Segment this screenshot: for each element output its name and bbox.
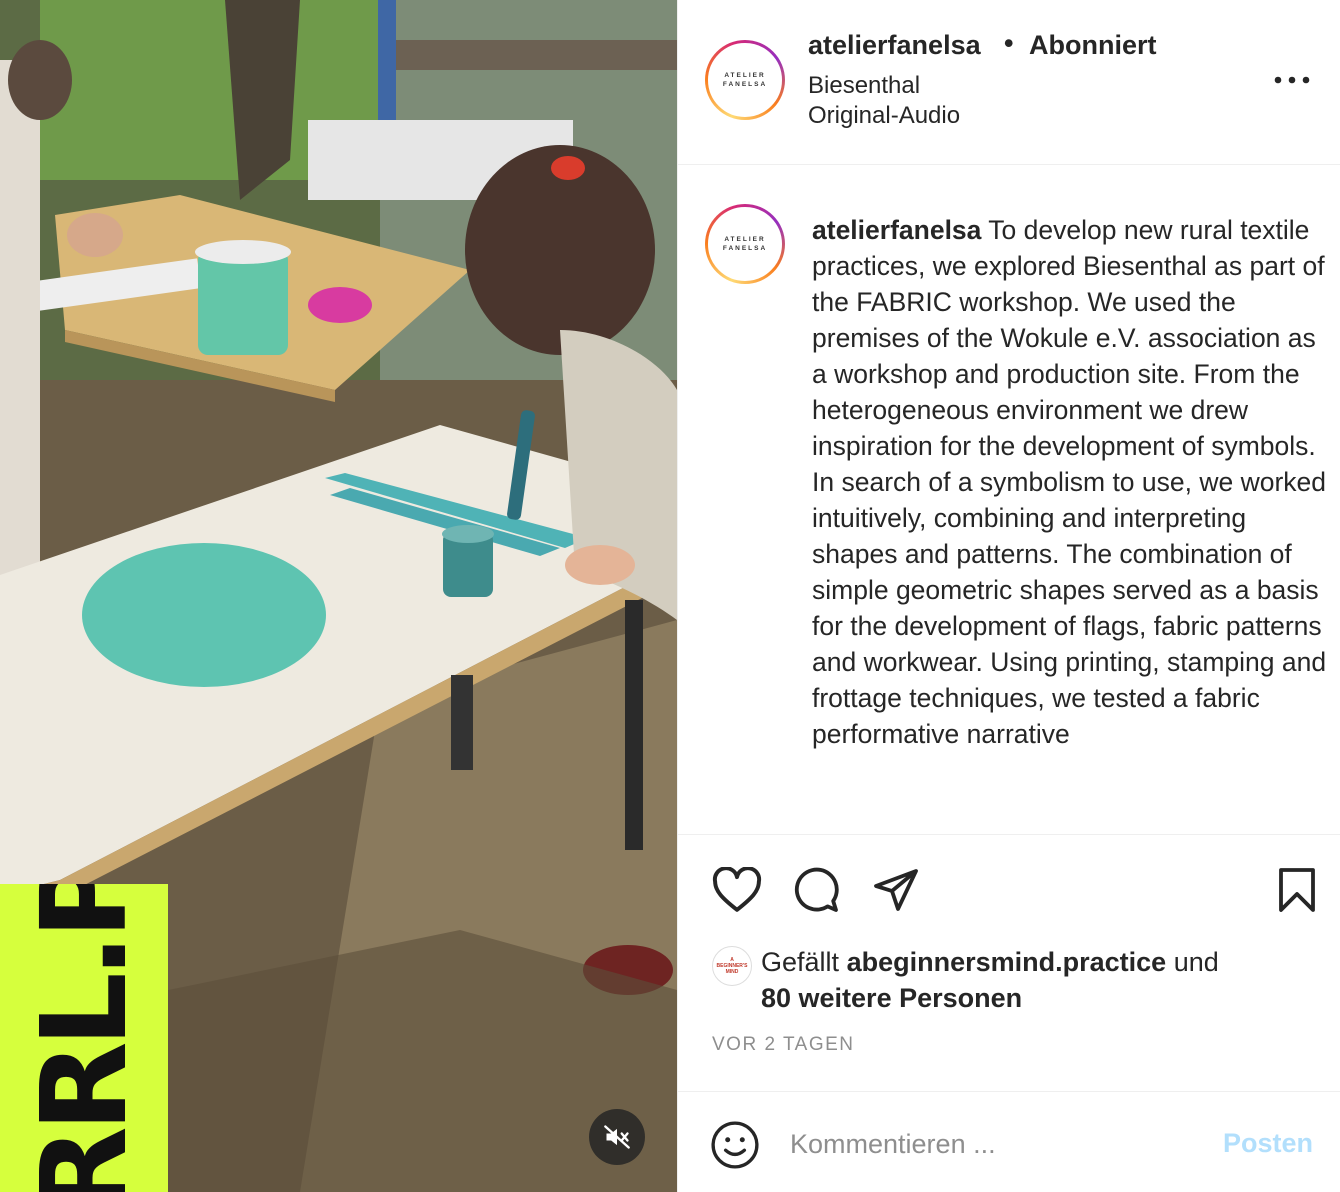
author-username[interactable]: atelierfanelsa: [808, 30, 981, 61]
action-bar: [678, 836, 1340, 936]
avatar-logo-text: ATELIER: [724, 236, 766, 243]
heart-icon: [712, 867, 762, 912]
author-avatar[interactable]: ATELIER FANELSA: [705, 40, 785, 120]
share-button[interactable]: [870, 864, 922, 916]
caption-username[interactable]: atelierfanelsa: [812, 215, 981, 245]
avatar-logo-text-2: FANELSA: [722, 81, 768, 88]
post-comment-button[interactable]: Posten: [1223, 1128, 1313, 1159]
smiley-icon: [711, 1121, 759, 1169]
comment-input[interactable]: [790, 1122, 1200, 1166]
save-button[interactable]: [1271, 864, 1323, 916]
mute-button[interactable]: [589, 1109, 645, 1165]
like-button[interactable]: [711, 864, 763, 916]
likes-summary: Gefällt abeginnersmind.practice und 80 w…: [761, 944, 1321, 1016]
caption-text-block: atelierfanelsa To develop new rural text…: [812, 212, 1327, 752]
liker-username[interactable]: abeginnersmind.practice: [847, 947, 1167, 977]
liker-avatar-text-3: MIND: [725, 969, 739, 975]
speaker-muted-icon: [604, 1125, 630, 1149]
sticker-overlay: RRL.P: [0, 884, 168, 1192]
follow-status-button[interactable]: Abonniert: [1029, 30, 1157, 61]
post-header: ATELIER FANELSA atelierfanelsa • Abonnie…: [678, 0, 1340, 165]
post-timestamp[interactable]: VOR 2 TAGEN: [712, 1034, 855, 1056]
post-video[interactable]: RRL.P: [0, 0, 677, 1192]
comment-icon: [794, 867, 839, 912]
separator-dot: •: [1004, 28, 1014, 58]
post-details-panel: ATELIER FANELSA atelierfanelsa • Abonnie…: [677, 0, 1340, 1192]
likes-conjunction: und: [1173, 947, 1219, 977]
more-options-button[interactable]: [1272, 62, 1312, 98]
bookmark-icon: [1279, 868, 1315, 912]
more-dots-icon: [1274, 76, 1310, 84]
caption-body: To develop new rural textile practices, …: [812, 215, 1327, 749]
likes-others-link[interactable]: 80 weitere Personen: [761, 983, 1022, 1013]
comment-bar: Posten: [678, 1091, 1340, 1192]
post-location[interactable]: Biesenthal: [808, 72, 920, 100]
caption-author-avatar[interactable]: ATELIER FANELSA: [705, 204, 785, 284]
caption-section: ATELIER FANELSA atelierfanelsa To develo…: [678, 166, 1340, 835]
emoji-button[interactable]: [710, 1120, 760, 1170]
liker-avatar[interactable]: A BEGINNER'S MIND: [712, 946, 752, 986]
audio-label[interactable]: Original-Audio: [808, 102, 960, 130]
avatar-logo-text: ATELIER: [724, 72, 766, 79]
sticker-text: RRL.P: [15, 884, 153, 1192]
paper-plane-icon: [874, 869, 918, 911]
likes-prefix: Gefällt: [761, 947, 840, 977]
comment-button[interactable]: [790, 864, 842, 916]
avatar-logo-text-2: FANELSA: [722, 245, 768, 252]
